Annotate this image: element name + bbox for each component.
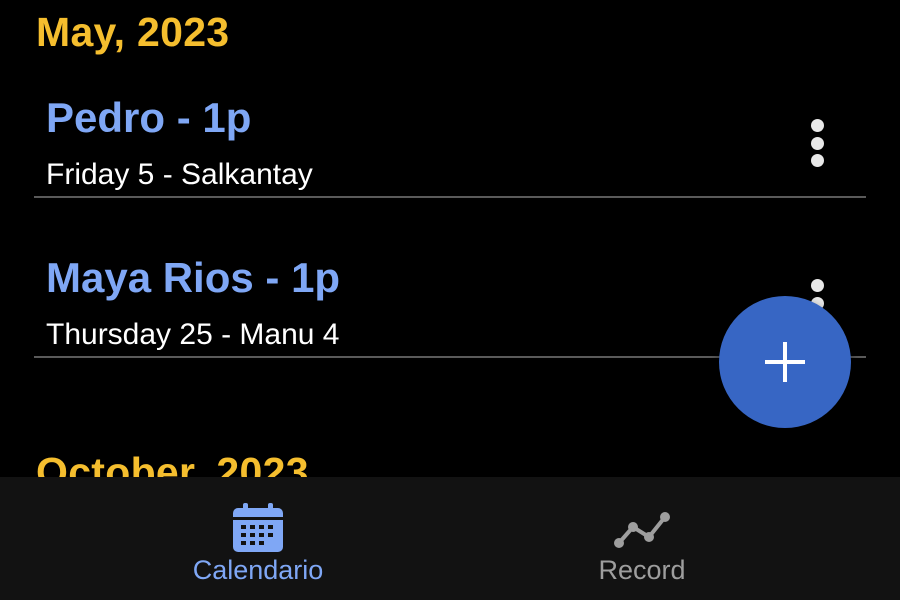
event-title: Maya Rios - 1p [46,254,341,301]
nav-item-calendario[interactable]: Calendario [33,477,483,600]
nav-item-record[interactable]: Record [417,477,867,600]
plus-icon [765,342,805,382]
bottom-navigation: Calendario Record [0,477,900,600]
trend-chart-icon [614,512,670,548]
nav-label-calendario: Calendario [192,555,324,585]
calendar-icon [233,503,283,552]
event-subtitle: Thursday 25 - Manu 4 [46,318,340,351]
more-vert-icon [810,279,824,292]
event-item-pedro[interactable]: Pedro - 1p Friday 5 - Salkantay [34,38,866,198]
more-options-button[interactable] [802,113,832,173]
event-subtitle: Friday 5 - Salkantay [46,158,313,191]
more-vert-icon [810,119,824,132]
event-title: Pedro - 1p [46,94,252,141]
more-vert-icon-dot [810,154,824,167]
month-header-october-2023: October, 2023 [36,449,309,478]
more-vert-icon-dot [810,136,824,150]
nav-label-record: Record [598,555,686,585]
app-screen: May, 2023 Pedro - 1p Friday 5 - Salkanta… [0,0,900,600]
add-event-button[interactable] [719,296,851,428]
